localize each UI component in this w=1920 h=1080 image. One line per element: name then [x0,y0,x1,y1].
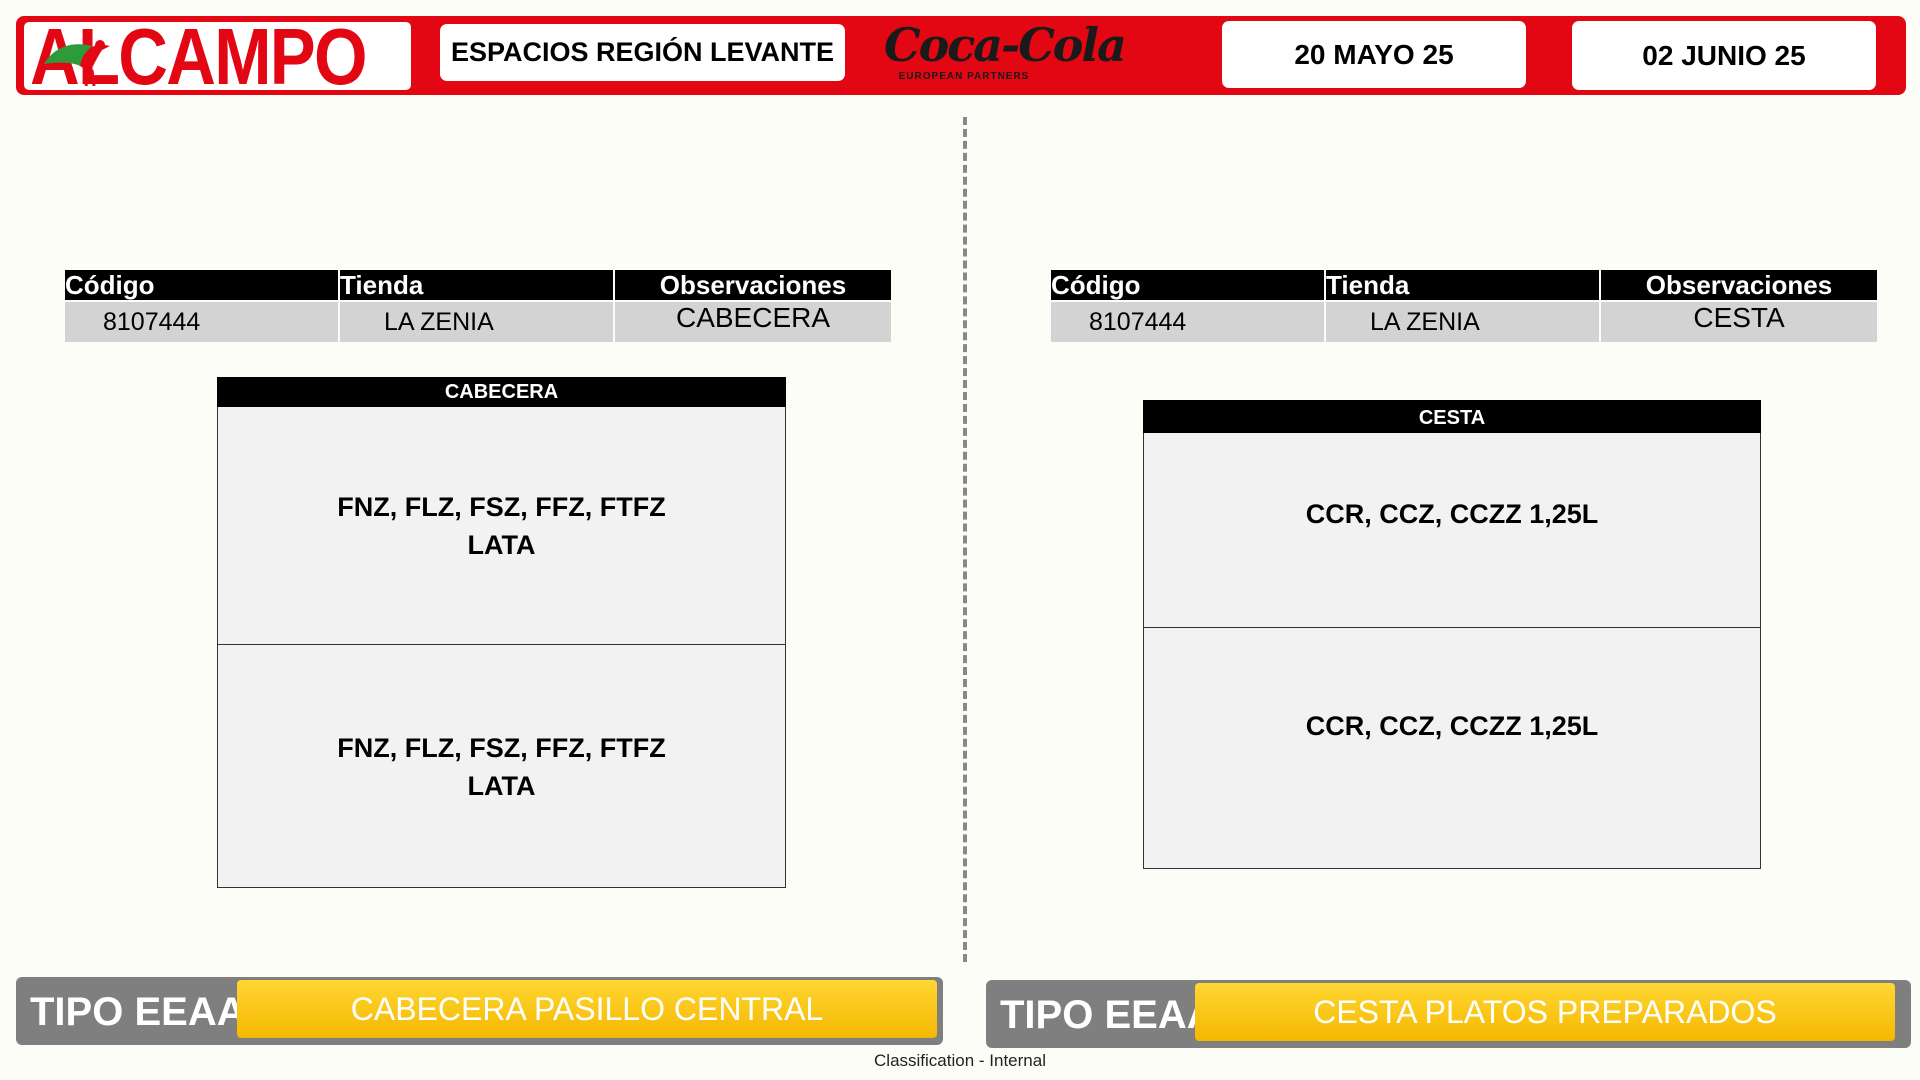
coca-cola-logo: Coca-Cola EUROPEAN PARTNERS [884,16,1127,90]
cell-tienda: LA ZENIA [340,302,613,342]
right-type-value: CESTA PLATOS PREPARADOS [1195,983,1895,1041]
header-codigo: Código [65,270,338,300]
section-format: LATA [467,771,536,801]
shelf-section-top: FNZ, FLZ, FSZ, FFZ, FTFZ LATA [218,408,785,644]
right-info-table: Código Tienda Observaciones 8107444 LA Z… [1049,268,1879,344]
section-products: CCR, CCZ, CCZZ 1,25L [1305,711,1599,741]
table-header-row: Código Tienda Observaciones [65,270,891,300]
shelf-section-top: CCR, CCZ, CCZZ 1,25L [1144,434,1760,594]
table-header-row: Código Tienda Observaciones [1051,270,1877,300]
header-observaciones: Observaciones [1601,270,1877,300]
center-divider [963,117,967,962]
header-codigo: Código [1051,270,1324,300]
start-date: 20 MAYO 25 [1222,21,1526,88]
bird-icon [44,40,110,87]
header-tienda: Tienda [340,270,613,300]
shelf-title: CESTA [1143,400,1761,433]
cell-codigo: 8107444 [1051,302,1324,342]
coca-cola-wordmark: Coca-Cola [884,18,1127,72]
region-title: ESPACIOS REGIÓN LEVANTE [440,24,845,81]
right-shelf-box: CESTA CCR, CCZ, CCZZ 1,25L CCR, CCZ, CCZ… [1143,400,1761,869]
header-observaciones: Observaciones [615,270,891,300]
section-format: LATA [467,530,536,560]
left-info-table: Código Tienda Observaciones 8107444 LA Z… [63,268,893,344]
left-shelf-box: CABECERA FNZ, FLZ, FSZ, FFZ, FTFZ LATA F… [217,377,786,888]
section-products: FNZ, FLZ, FSZ, FFZ, FTFZ [337,733,666,763]
left-type-label: TIPO EEAA [30,990,246,1034]
right-type-label: TIPO EEAA [1000,993,1216,1037]
section-products: CCR, CCZ, CCZZ 1,25L [1305,499,1599,529]
left-type-value: CABECERA PASILLO CENTRAL [237,980,937,1038]
classification-label: Classification - Internal [874,1051,1046,1070]
cell-observaciones: CABECERA [615,302,891,342]
header-tienda: Tienda [1326,270,1599,300]
cell-codigo: 8107444 [65,302,338,342]
shelf-section-bottom: FNZ, FLZ, FSZ, FFZ, FTFZ LATA [218,645,785,889]
table-row: 8107444 LA ZENIA CABECERA [65,302,891,342]
cell-tienda: LA ZENIA [1326,302,1599,342]
coca-cola-subtitle: EUROPEAN PARTNERS [898,71,1030,82]
shelf-section-bottom: CCR, CCZ, CCZZ 1,25L [1144,628,1760,824]
shelf-title: CABECERA [217,377,786,407]
table-row: 8107444 LA ZENIA CESTA [1051,302,1877,342]
end-date: 02 JUNIO 25 [1572,21,1876,90]
section-products: FNZ, FLZ, FSZ, FFZ, FTFZ [337,492,666,522]
cell-observaciones: CESTA [1601,302,1877,342]
